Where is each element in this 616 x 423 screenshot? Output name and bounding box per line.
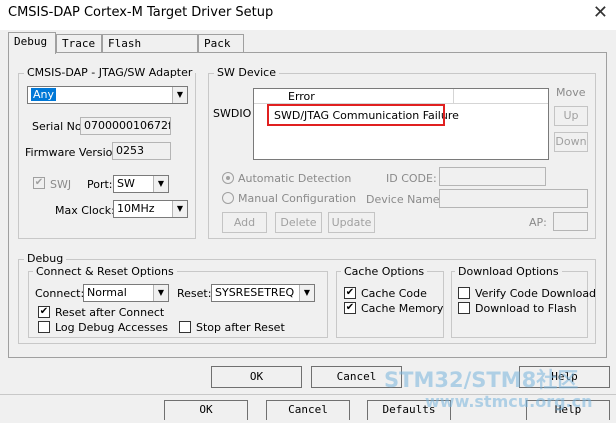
outer-ok-button[interactable]: OK — [164, 400, 248, 420]
move-down-button[interactable]: Down — [554, 132, 588, 152]
cache-memory-checkbox[interactable]: ✔ — [344, 302, 356, 314]
error-highlight-box — [267, 104, 445, 126]
reset-after-connect-label: Reset after Connect — [55, 306, 165, 319]
swdio-label: SWDIO — [213, 107, 252, 120]
outer-cancel-button[interactable]: Cancel — [266, 400, 350, 420]
manual-config-label: Manual Configuration — [238, 192, 357, 205]
serial-field[interactable]: 070000010672ff48 — [80, 117, 171, 135]
adapter-legend: CMSIS-DAP - JTAG/SW Adapter — [24, 66, 196, 79]
serial-label: Serial No: — [32, 120, 86, 133]
chevron-down-icon: ▼ — [299, 285, 314, 301]
manual-config-radio[interactable] — [222, 192, 234, 204]
swj-label: SWJ — [50, 178, 72, 191]
add-button[interactable]: Add — [222, 212, 267, 233]
update-button[interactable]: Update — [328, 212, 375, 233]
adapter-selected-value: Any — [31, 88, 57, 101]
connect-label: Connect: — [35, 287, 85, 300]
cache-legend: Cache Options — [341, 265, 428, 278]
stop-after-reset-checkbox[interactable] — [179, 321, 191, 333]
port-select[interactable]: SW ▼ — [113, 175, 169, 193]
verify-code-label: Verify Code Download — [475, 287, 597, 300]
watermark-url: www.stmcu.org.cn — [425, 392, 593, 411]
maxclock-select[interactable]: 10MHz ▼ — [113, 200, 188, 218]
delete-button[interactable]: Delete — [275, 212, 322, 233]
maxclock-value: 10MHz — [117, 202, 155, 215]
ap-field[interactable] — [553, 212, 588, 231]
debug-legend: Debug — [24, 252, 67, 265]
chevron-down-icon: ▼ — [153, 176, 168, 192]
chevron-down-icon: ▼ — [172, 201, 187, 217]
verify-code-checkbox[interactable] — [458, 287, 470, 299]
ap-label: AP: — [529, 216, 547, 229]
connect-reset-legend: Connect & Reset Options — [33, 265, 177, 278]
auto-detect-radio[interactable] — [222, 172, 234, 184]
table-header-error: Error — [288, 90, 315, 103]
cache-code-checkbox[interactable]: ✔ — [344, 287, 356, 299]
maxclock-label: Max Clock: — [55, 204, 115, 217]
tab-flash-download[interactable]: Flash Download — [102, 34, 198, 63]
download-flash-checkbox[interactable] — [458, 302, 470, 314]
id-code-field[interactable] — [439, 167, 546, 186]
title-bar: CMSIS-DAP Cortex-M Target Driver Setup ✕ — [0, 0, 616, 30]
move-label: Move — [556, 86, 586, 99]
log-debug-checkbox[interactable] — [38, 321, 50, 333]
download-flash-label: Download to Flash — [475, 302, 577, 315]
sw-device-legend: SW Device — [214, 66, 279, 79]
connect-select[interactable]: Normal ▼ — [83, 284, 169, 302]
adapter-select[interactable]: Any ▼ — [27, 86, 188, 104]
move-up-button[interactable]: Up — [554, 106, 588, 126]
swj-checkbox[interactable]: ✔ — [33, 177, 45, 189]
stop-after-reset-label: Stop after Reset — [196, 321, 285, 334]
firmware-label: Firmware Version: — [25, 146, 124, 159]
chevron-down-icon: ▼ — [172, 87, 187, 103]
download-legend: Download Options — [455, 265, 562, 278]
device-name-label: Device Name: — [366, 193, 444, 206]
port-value: SW — [117, 177, 135, 190]
ok-button[interactable]: OK — [211, 366, 302, 388]
reset-value: SYSRESETREQ — [215, 286, 295, 299]
device-name-field[interactable] — [439, 189, 588, 208]
table-header: Error — [254, 89, 548, 104]
connect-value: Normal — [87, 286, 127, 299]
close-icon[interactable]: ✕ — [593, 2, 608, 23]
watermark-title: STM32/STM8社区 — [384, 368, 579, 392]
chevron-down-icon: ▼ — [153, 285, 168, 301]
log-debug-label: Log Debug Accesses — [55, 321, 168, 334]
tab-trace[interactable]: Trace — [56, 34, 102, 53]
reset-select[interactable]: SYSRESETREQ ▼ — [211, 284, 315, 302]
port-label: Port: — [87, 178, 113, 191]
firmware-field[interactable]: 0253 — [112, 142, 171, 160]
reset-after-connect-checkbox[interactable]: ✔ — [38, 306, 50, 318]
auto-detect-label: Automatic Detection — [238, 172, 352, 185]
cache-code-label: Cache Code — [361, 287, 427, 300]
tab-pack[interactable]: Pack — [198, 34, 244, 53]
reset-label: Reset: — [177, 287, 212, 300]
id-code-label: ID CODE: — [386, 172, 437, 185]
window-title: CMSIS-DAP Cortex-M Target Driver Setup — [8, 5, 274, 20]
tab-debug[interactable]: Debug — [8, 32, 56, 54]
cache-memory-label: Cache Memory — [361, 302, 444, 315]
